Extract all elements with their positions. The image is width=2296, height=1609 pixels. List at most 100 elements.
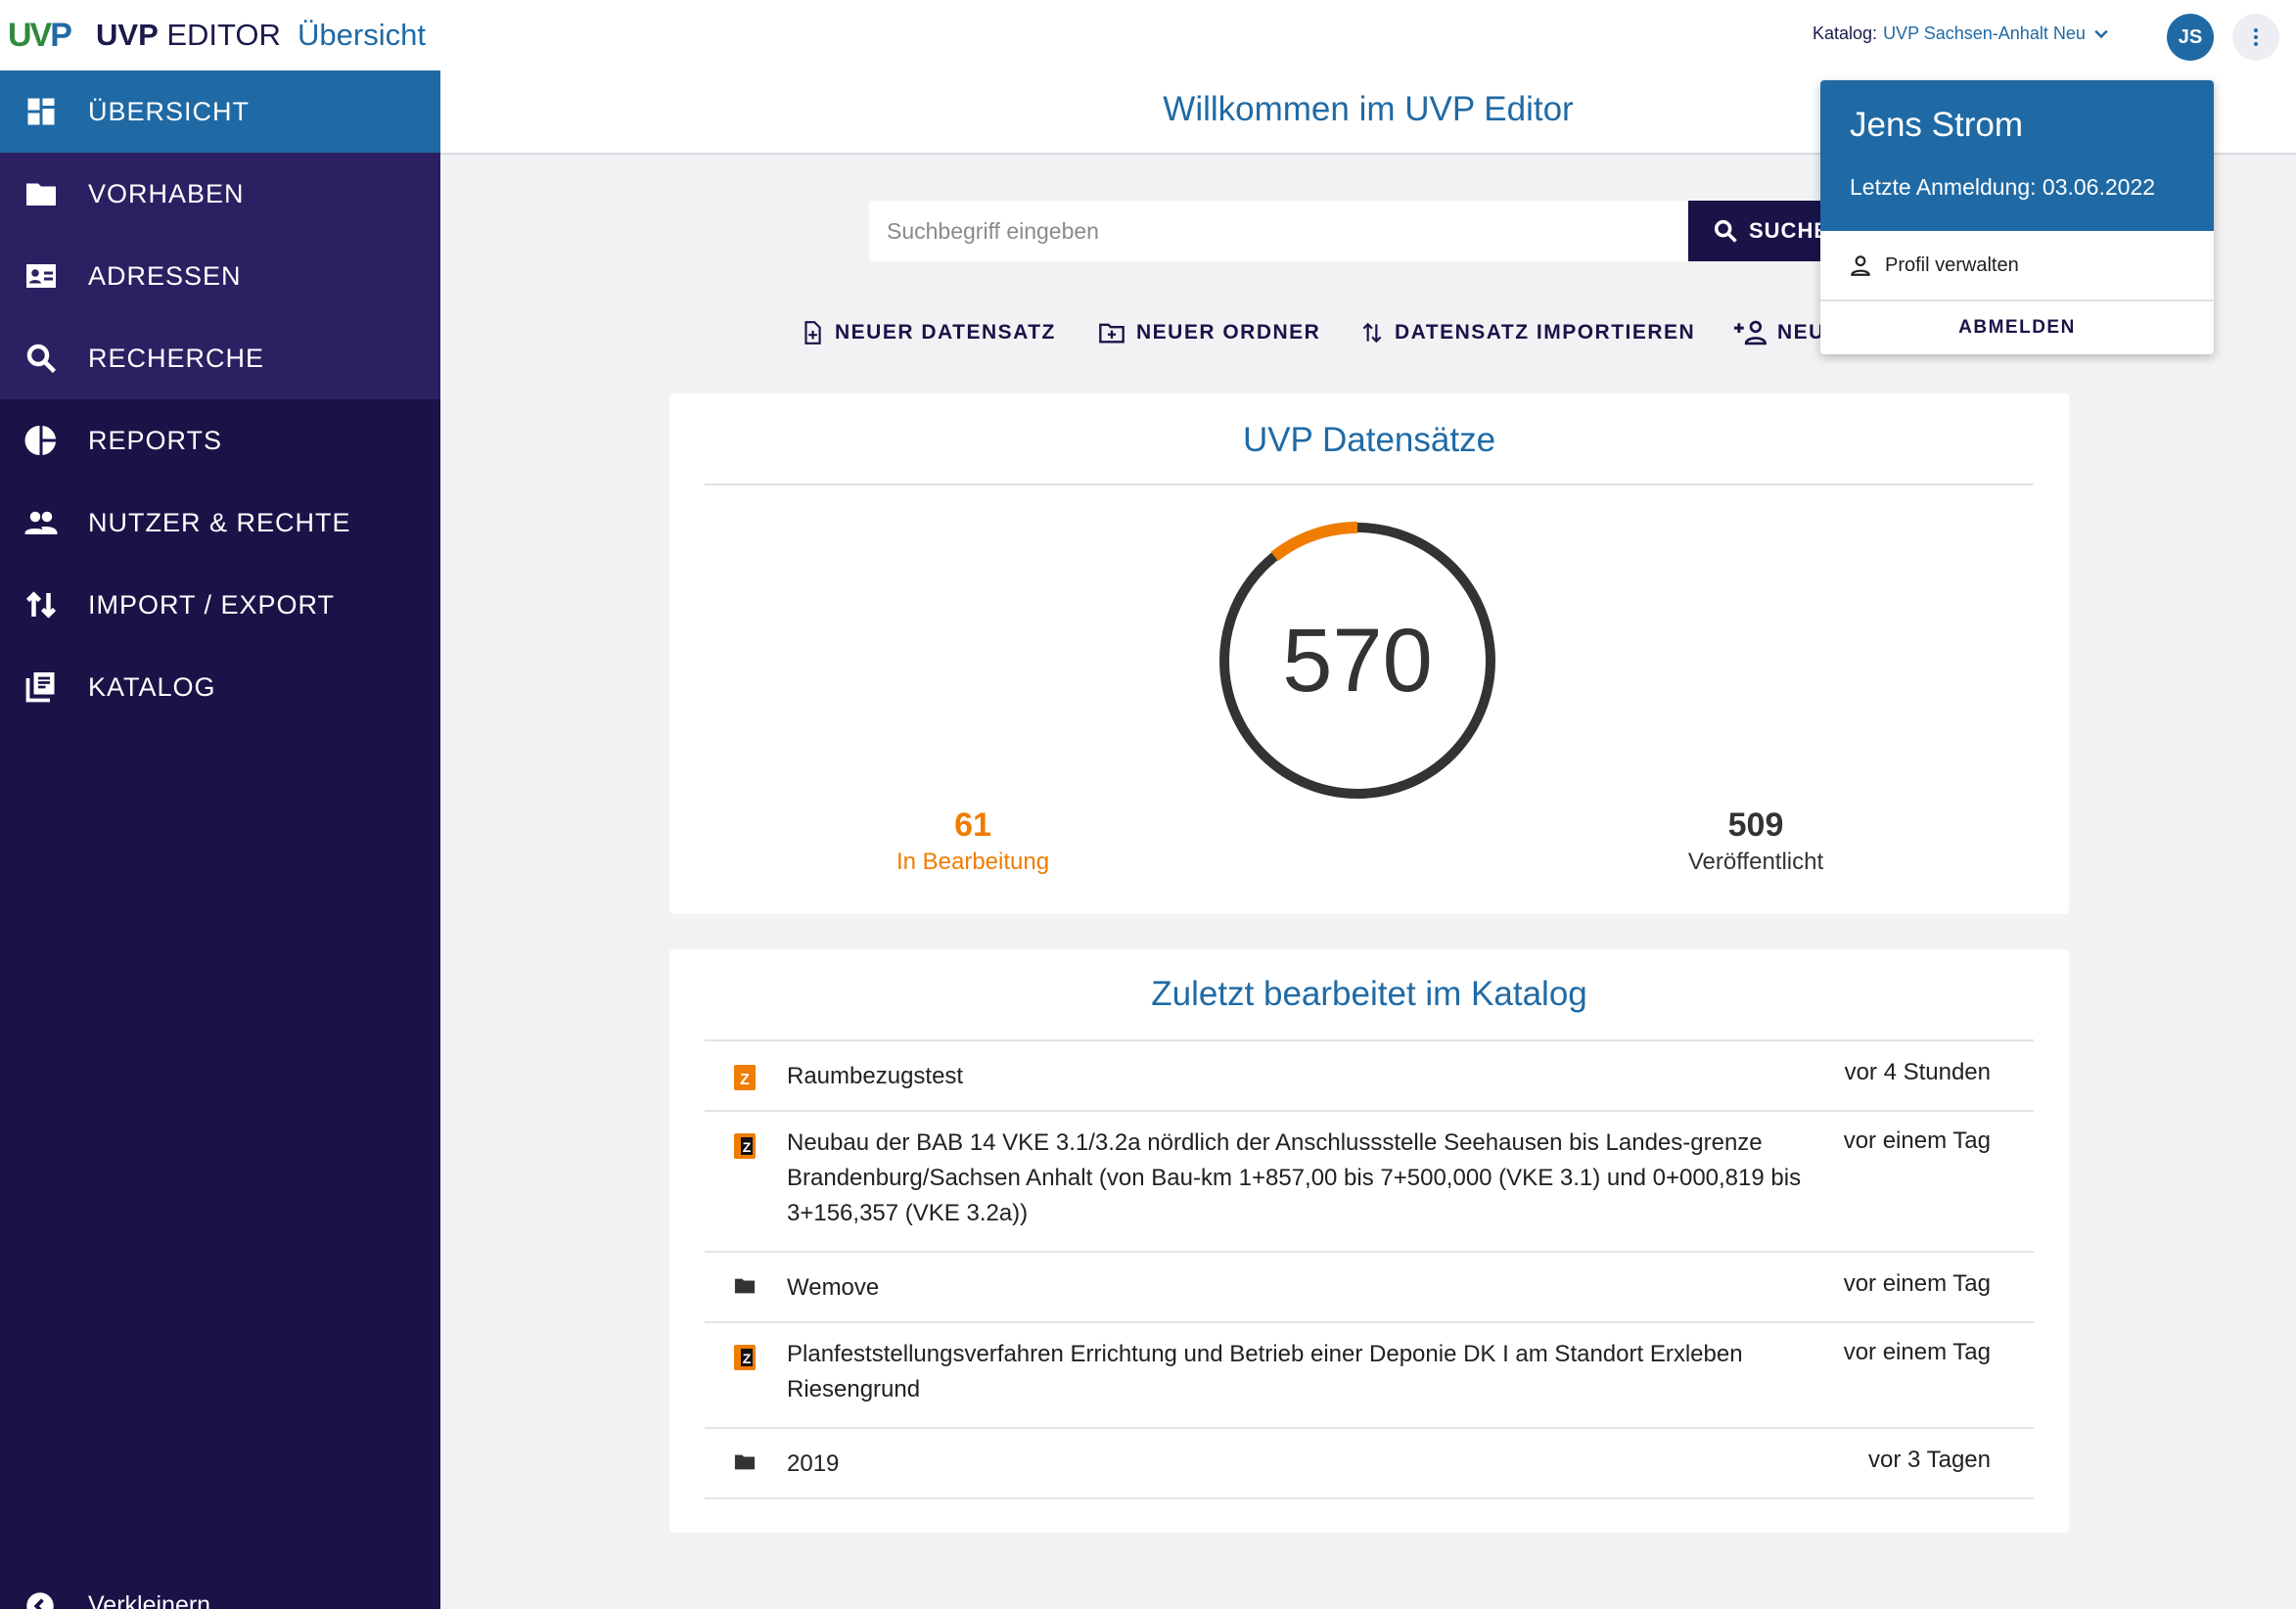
folder-icon <box>26 183 56 206</box>
collapse-label: Verkleinern <box>88 1591 211 1609</box>
recent-row-title: Wemove <box>787 1274 880 1301</box>
sidebar-item-recherche[interactable]: RECHERCHE <box>0 317 440 399</box>
sidebar-item-reports[interactable]: REPORTS <box>0 399 440 482</box>
svg-text:Z: Z <box>743 1139 752 1155</box>
in-progress-label: In Bearbeitung <box>895 849 1050 875</box>
new-dataset-label: NEUER DATENSATZ <box>835 321 1056 344</box>
stats-divider <box>705 483 2034 485</box>
recent-row-time: vor 4 Stunden <box>1844 1059 1991 1085</box>
search-icon <box>1714 219 1737 243</box>
recent-row-time: vor 3 Tagen <box>1868 1447 1991 1473</box>
search-button[interactable]: SUCHE <box>1688 201 1835 261</box>
sidebar-item-label: KATALOG <box>88 671 216 702</box>
published-stat[interactable]: 509 Veröffentlicht <box>1648 806 1863 876</box>
page-breadcrumb: Übersicht <box>298 18 426 52</box>
sidebar-item-label: VORHABEN <box>88 178 245 208</box>
sidebar-item-label: IMPORT / EXPORT <box>88 589 336 620</box>
user-name: Jens Strom <box>1850 106 2023 144</box>
more-vert-icon <box>2254 28 2258 46</box>
sidebar-item-import-export[interactable]: IMPORT / EXPORT <box>0 564 440 646</box>
document-icon: Z <box>734 1065 756 1090</box>
folder-icon <box>734 1278 756 1294</box>
stats-card: UVP Datensätze 570 61 In Bearbeitung 509… <box>669 393 2069 914</box>
more-menu-button[interactable] <box>2232 14 2279 61</box>
svg-text:Z: Z <box>740 1072 750 1088</box>
records-donut-chart: 570 <box>1219 522 1495 799</box>
last-login: Letzte Anmeldung: 03.06.2022 <box>1850 174 2156 200</box>
app-name-bold: UVP <box>96 18 159 52</box>
sidebar-item-vorhaben[interactable]: VORHABEN <box>0 153 440 235</box>
import-arrows-icon <box>1362 322 1382 344</box>
recent-card: Zuletzt bearbeitet im Katalog Z Raumbezu… <box>669 949 2069 1533</box>
sidebar-item-label: ÜBERSICHT <box>88 96 251 126</box>
new-folder-button[interactable]: NEUER ORDNER <box>1097 315 1320 350</box>
sidebar-item-label: NUTZER & RECHTE <box>88 507 351 537</box>
sidebar-item-label: RECHERCHE <box>88 343 265 373</box>
total-count: 570 <box>1282 611 1433 711</box>
new-address-label: NEU <box>1777 321 1825 344</box>
recent-row[interactable]: Wemove vor einem Tag <box>705 1253 2034 1323</box>
sidebar-item-label: REPORTS <box>88 425 223 455</box>
sidebar: ÜBERSICHT VORHABEN ADRESSEN RECHERCHE RE… <box>0 70 440 1609</box>
recent-row[interactable]: Z Neubau der BAB 14 VKE 3.1/3.2a nördlic… <box>705 1112 2034 1253</box>
recent-row[interactable]: Z Planfeststellungsverfahren Errichtung … <box>705 1323 2034 1429</box>
in-progress-stat[interactable]: 61 In Bearbeitung <box>885 806 1061 876</box>
svg-text:Z: Z <box>743 1351 752 1366</box>
recent-row-time: vor einem Tag <box>1843 1270 1991 1297</box>
logo-part-1: UV <box>8 16 52 54</box>
new-folder-label: NEUER ORDNER <box>1136 321 1321 344</box>
catalog-name: UVP Sachsen-Anhalt Neu <box>1883 23 2086 43</box>
new-folder-icon <box>1099 323 1125 344</box>
new-dataset-button[interactable]: NEUER DATENSATZ <box>800 315 1056 350</box>
sidebar-item-nutzer-rechte[interactable]: NUTZER & RECHTE <box>0 482 440 564</box>
collapse-sidebar-button[interactable]: Verkleinern <box>0 1576 440 1609</box>
new-document-icon <box>804 321 821 345</box>
recent-card-title: Zuletzt bearbeitet im Katalog <box>1151 975 1587 1013</box>
recent-row-time: vor einem Tag <box>1843 1127 1991 1154</box>
logout-button[interactable]: ABMELDEN <box>1820 301 2214 354</box>
add-person-icon <box>1734 320 1767 345</box>
app-name: UVP EDITOR <box>96 18 281 53</box>
pie-chart-icon <box>24 426 56 455</box>
document-icon: Z <box>734 1133 756 1159</box>
dashboard-icon <box>27 98 55 125</box>
search-input[interactable] <box>869 201 1689 261</box>
import-dataset-button[interactable]: DATENSATZ IMPORTIEREN <box>1359 315 1695 350</box>
recent-row[interactable]: Z Raumbezugstest vor 4 Stunden <box>705 1041 2034 1112</box>
user-menu-popup: Jens Strom Letzte Anmeldung: 03.06.2022 … <box>1820 80 2214 354</box>
recent-row[interactable]: 2019 vor 3 Tagen <box>705 1429 2034 1499</box>
recent-row-title: Raumbezugstest <box>787 1063 964 1089</box>
search-icon <box>26 344 57 374</box>
person-icon <box>1851 255 1870 276</box>
chevron-left-circle-icon <box>26 1592 54 1609</box>
import-export-icon <box>25 591 57 619</box>
app-name-rest: EDITOR <box>158 18 281 52</box>
donut-in-progress-segment <box>1270 522 1358 562</box>
contact-card-icon <box>26 264 56 288</box>
logo-part-2: P <box>50 16 72 54</box>
import-dataset-label: DATENSATZ IMPORTIEREN <box>1395 321 1696 344</box>
published-label: Veröffentlicht <box>1687 849 1824 875</box>
sidebar-item-adressen[interactable]: ADRESSEN <box>0 235 440 317</box>
people-icon <box>24 511 58 534</box>
recent-row-time: vor einem Tag <box>1843 1339 1991 1365</box>
user-avatar-button[interactable]: JS <box>2167 14 2214 61</box>
in-progress-count: 61 <box>954 806 991 844</box>
manage-profile-button[interactable]: Profil verwalten <box>1820 231 2214 301</box>
sidebar-item-label: ADRESSEN <box>88 260 242 291</box>
uvp-logo[interactable]: UV P <box>8 16 72 54</box>
new-address-button[interactable]: NEU <box>1734 315 1825 350</box>
sidebar-item-katalog[interactable]: KATALOG <box>0 646 440 728</box>
manage-profile-label: Profil verwalten <box>1885 253 2019 276</box>
catalog-label: Katalog: <box>1813 23 1878 43</box>
document-icon: Z <box>734 1345 756 1370</box>
user-menu-header: Jens Strom Letzte Anmeldung: 03.06.2022 <box>1820 80 2214 231</box>
folder-icon <box>734 1454 756 1470</box>
catalog-selector[interactable]: Katalog: UVP Sachsen-Anhalt Neu <box>1813 23 2111 44</box>
sidebar-item-uebersicht[interactable]: ÜBERSICHT <box>0 70 440 153</box>
top-bar: UV P UVP EDITOR Übersicht Katalog: UVP Sa… <box>0 0 2296 70</box>
recent-row-title: 2019 <box>787 1450 840 1477</box>
search-field[interactable] <box>869 201 1689 261</box>
stats-card-title: UVP Datensätze <box>1242 421 1496 459</box>
recent-row-title: Neubau der BAB 14 VKE 3.1/3.2a nördlich … <box>787 1129 1802 1226</box>
